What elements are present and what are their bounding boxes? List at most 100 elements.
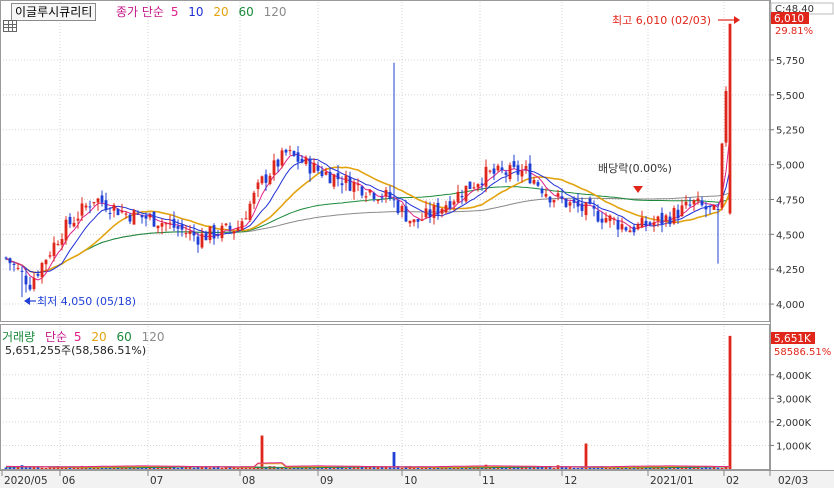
volume-bar bbox=[24, 467, 28, 469]
candle-body bbox=[320, 170, 324, 177]
candle-body bbox=[200, 233, 204, 248]
candle-body bbox=[636, 224, 640, 230]
candle-body bbox=[76, 218, 80, 221]
candle-body bbox=[452, 201, 456, 205]
candle-body bbox=[352, 182, 356, 192]
candle-body bbox=[700, 200, 704, 206]
candle-body bbox=[188, 231, 192, 235]
candle-body bbox=[520, 170, 524, 177]
candle-body bbox=[336, 173, 340, 180]
candle-body bbox=[568, 202, 572, 206]
candle-body bbox=[344, 175, 348, 184]
candle-body bbox=[476, 184, 480, 188]
candle-body bbox=[268, 175, 272, 185]
volume-bar bbox=[192, 467, 196, 469]
price-panel bbox=[0, 0, 770, 322]
candle-body bbox=[308, 158, 312, 174]
candle-body bbox=[472, 187, 476, 189]
candle-body bbox=[124, 213, 128, 215]
candle-body bbox=[608, 215, 612, 221]
candle-body bbox=[152, 211, 156, 227]
candle-body bbox=[80, 203, 84, 216]
candle-body bbox=[112, 204, 116, 211]
candle-body bbox=[284, 149, 288, 153]
volume-bar bbox=[576, 468, 580, 469]
candle-body bbox=[204, 233, 208, 241]
candle-body bbox=[40, 263, 44, 278]
candle-body bbox=[164, 223, 168, 225]
candle-body bbox=[588, 198, 592, 205]
candle-body bbox=[348, 176, 352, 191]
candle-body bbox=[596, 211, 600, 222]
candle-body bbox=[484, 166, 488, 187]
volume-bar bbox=[188, 467, 192, 469]
time-tick-label: 12 bbox=[564, 475, 577, 487]
candle-body bbox=[72, 222, 76, 227]
time-tick-label: 11 bbox=[482, 475, 495, 487]
candle-body bbox=[16, 267, 20, 269]
candle-body bbox=[508, 165, 512, 180]
candle-body bbox=[396, 200, 400, 214]
candle-body bbox=[292, 151, 296, 156]
volume-bar bbox=[4, 467, 8, 469]
candle-body bbox=[180, 224, 184, 230]
current-price-text: 6,010 bbox=[774, 13, 804, 25]
candle-body bbox=[44, 259, 48, 265]
candle-body bbox=[212, 225, 216, 239]
candle-body bbox=[660, 212, 664, 225]
candle-body bbox=[468, 181, 472, 189]
stock-chart-window: 5,750 5,500 5,250 5,000 4,750 4,500 4,250 4,000… bbox=[0, 0, 834, 488]
candle-body bbox=[528, 163, 532, 184]
candle-body bbox=[236, 228, 240, 231]
candle-body bbox=[488, 170, 492, 172]
candle-body bbox=[252, 192, 256, 204]
candle-body bbox=[256, 182, 260, 190]
volume-stat: 5,651,255주(58,586.51%) bbox=[5, 344, 147, 357]
volume-tick-label: 2,000K bbox=[776, 418, 812, 429]
candle-body bbox=[248, 203, 252, 221]
ma20-label: 20 bbox=[213, 5, 229, 19]
candle-body bbox=[224, 223, 228, 226]
candle-body bbox=[304, 157, 308, 164]
candle-body bbox=[288, 150, 292, 152]
volume-bar bbox=[552, 467, 556, 469]
candle-body bbox=[448, 201, 452, 209]
candle-body bbox=[428, 209, 432, 218]
candle-body bbox=[524, 165, 528, 169]
volume-bar bbox=[388, 467, 392, 469]
candle-body bbox=[632, 226, 636, 233]
candle-body bbox=[28, 284, 32, 290]
candle-body bbox=[156, 225, 160, 229]
candle-body bbox=[328, 171, 332, 184]
candle-body bbox=[408, 220, 412, 224]
stock-name-box[interactable]: 이글루시큐리티 bbox=[11, 3, 97, 21]
candle-body bbox=[356, 184, 360, 186]
dividend-annotation: 배당락(0.00%) bbox=[598, 162, 672, 175]
ma5-label: 5 bbox=[170, 5, 179, 19]
candle-body bbox=[464, 185, 468, 202]
volume-bar bbox=[208, 467, 212, 469]
volume-bar bbox=[720, 467, 724, 469]
volume-bar bbox=[708, 467, 712, 469]
candlestick-chart[interactable]: 5,750 5,500 5,250 5,000 4,750 4,500 4,250 4,000… bbox=[0, 0, 834, 488]
candle-body bbox=[644, 220, 648, 226]
table-view-icon[interactable] bbox=[3, 20, 17, 32]
candle-body bbox=[84, 205, 88, 208]
candle-body bbox=[196, 236, 200, 245]
candle-body bbox=[272, 160, 276, 175]
candle-body bbox=[512, 161, 516, 167]
volume-bar bbox=[236, 467, 240, 469]
candle-body bbox=[664, 215, 668, 221]
candle-body bbox=[360, 186, 364, 196]
volume-bar bbox=[52, 467, 56, 469]
time-tick-label: 10 bbox=[404, 475, 417, 487]
candle-body bbox=[504, 172, 508, 175]
candle-body bbox=[264, 174, 268, 183]
candle-body bbox=[280, 150, 284, 166]
volume-bar bbox=[176, 468, 180, 469]
candle-body bbox=[712, 205, 716, 210]
candle-body bbox=[132, 210, 136, 225]
candle-body bbox=[728, 23, 732, 214]
indicator-legend[interactable]: 종가 단순 5 10 20 60 120 bbox=[116, 3, 287, 20]
ma60-label: 60 bbox=[238, 5, 254, 19]
